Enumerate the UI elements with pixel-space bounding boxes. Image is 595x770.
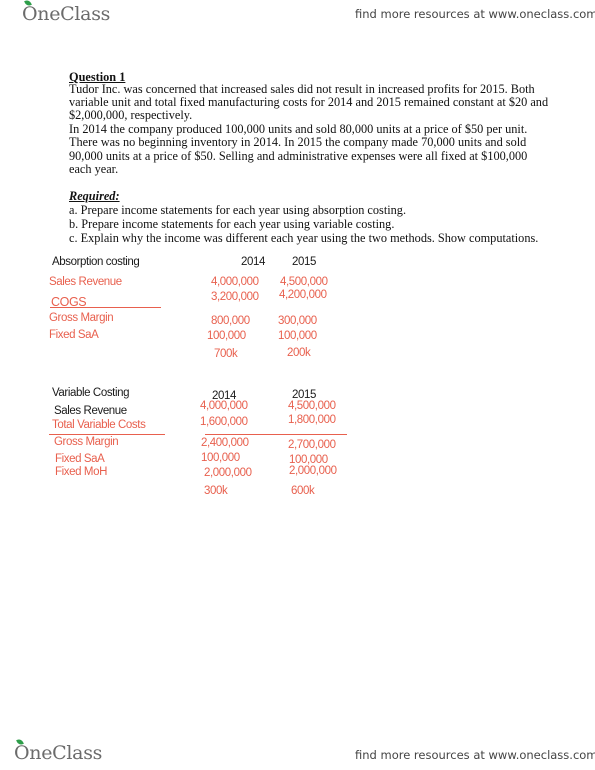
question-line: $2,000,000, respectively. bbox=[69, 108, 193, 122]
absorption-row-2015: 4,200,000 bbox=[279, 289, 327, 301]
question-line: 90,000 units at a price of $50. Selling … bbox=[69, 149, 528, 163]
variable-row-2014: 2,000,000 bbox=[204, 467, 252, 479]
oneclass-logo: OneClass bbox=[22, 0, 111, 25]
variable-net-2014: 300k bbox=[204, 485, 228, 497]
required-item-c: c. Explain why the income was different … bbox=[69, 231, 539, 245]
absorption-net-2015: 200k bbox=[287, 347, 311, 359]
required-item-b: b. Prepare income statements for each ye… bbox=[69, 217, 395, 231]
logo-text: OneClass bbox=[22, 3, 111, 25]
footer-tagline[interactable]: find more resources at www.oneclass.com bbox=[355, 748, 595, 762]
required-title: Required: bbox=[69, 189, 120, 203]
required-item-a: a. Prepare income statements for each ye… bbox=[69, 203, 407, 217]
variable-underline-values bbox=[205, 434, 347, 435]
variable-row-label: Total Variable Costs bbox=[52, 419, 146, 431]
variable-title: Variable Costing bbox=[52, 387, 130, 399]
absorption-row-label: Sales Revenue bbox=[49, 276, 122, 288]
absorption-year-2014: 2014 bbox=[241, 256, 265, 268]
variable-row-label: Fixed SaA bbox=[55, 453, 105, 465]
logo-text: OneClass bbox=[14, 742, 103, 764]
variable-row-2015: 2,000,000 bbox=[289, 465, 337, 477]
variable-row-2015: 1,800,000 bbox=[288, 414, 336, 426]
absorption-row-2015: 4,500,000 bbox=[280, 276, 328, 288]
question-line: each year. bbox=[69, 162, 119, 176]
header-tagline[interactable]: find more resources at www.oneclass.com bbox=[355, 7, 595, 21]
absorption-row-label: Fixed SaA bbox=[49, 329, 99, 341]
absorption-row-2014: 100,000 bbox=[207, 330, 246, 342]
absorption-title: Absorption costing bbox=[52, 256, 140, 268]
variable-row-2015: 2,700,000 bbox=[288, 439, 336, 451]
variable-row-2014: 4,000,000 bbox=[200, 400, 248, 412]
variable-row-2014: 1,600,000 bbox=[200, 416, 248, 428]
absorption-net-2014: 700k bbox=[214, 348, 238, 360]
absorption-year-2015: 2015 bbox=[292, 256, 316, 268]
absorption-row-2014: 4,000,000 bbox=[211, 276, 259, 288]
absorption-row-2014: 800,000 bbox=[211, 315, 250, 327]
question-line: There was no beginning inventory in 2014… bbox=[69, 135, 527, 149]
oneclass-logo-footer: OneClass bbox=[14, 738, 103, 764]
variable-row-label: Fixed MoH bbox=[55, 466, 107, 478]
absorption-row-2015: 100,000 bbox=[278, 330, 317, 342]
variable-row-2014: 2,400,000 bbox=[201, 437, 249, 449]
absorption-row-label: Gross Margin bbox=[49, 312, 114, 324]
absorption-row-2015: 300,000 bbox=[278, 315, 317, 327]
variable-row-label: Gross Margin bbox=[54, 436, 119, 448]
variable-underline-labels bbox=[49, 434, 165, 435]
variable-net-2015: 600k bbox=[291, 485, 315, 497]
variable-row-label: Sales Revenue bbox=[54, 405, 127, 417]
absorption-underline bbox=[50, 307, 161, 308]
variable-row-2014: 100,000 bbox=[201, 452, 240, 464]
absorption-row-2014: 3,200,000 bbox=[211, 291, 259, 303]
variable-row-2015: 4,500,000 bbox=[288, 400, 336, 412]
